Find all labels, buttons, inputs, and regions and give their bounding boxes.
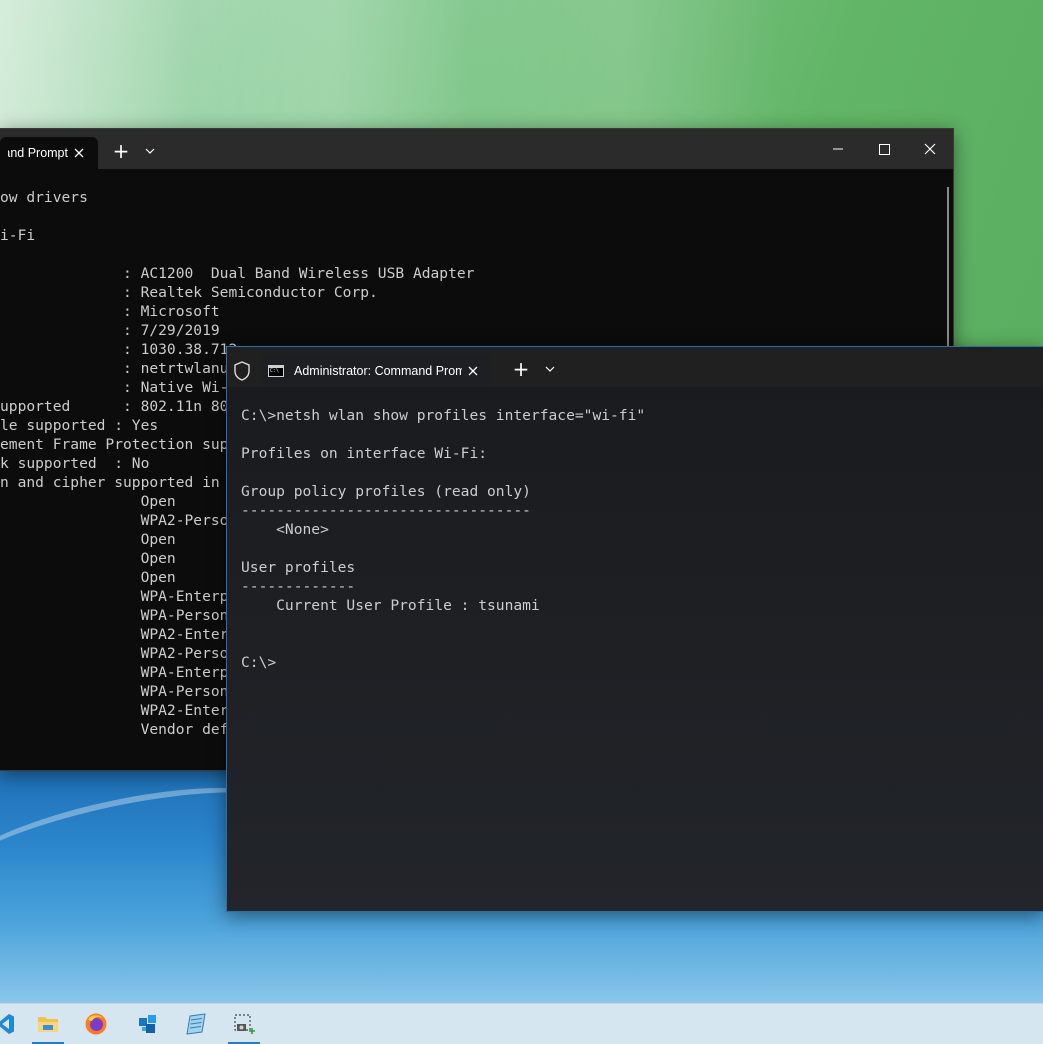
- snipping-tool-icon: [234, 1014, 255, 1034]
- console-line: Current User Profile : tsunami: [241, 597, 540, 614]
- console-line: : Realtek Semiconductor Corp.: [0, 284, 378, 301]
- console-line: : 7/29/2019: [0, 322, 220, 339]
- console-line: : Microsoft: [0, 303, 220, 320]
- tab-title: Administrator: Command Prompt: [294, 364, 462, 378]
- close-window-button[interactable]: [907, 129, 953, 169]
- notepad-icon: [186, 1013, 206, 1035]
- taskbar-app-blue[interactable]: [128, 1004, 168, 1044]
- vscode-icon: [0, 1014, 14, 1034]
- console-line: Profiles on interface Wi-Fi:: [241, 445, 488, 462]
- taskbar-app-snipping-tool[interactable]: [224, 1004, 264, 1044]
- console-line: : AC1200 Dual Band Wireless USB Adapter: [0, 265, 475, 282]
- tab-dropdown-button[interactable]: [538, 357, 562, 381]
- close-icon: [924, 143, 936, 155]
- console-line: C:\>netsh wlan show profiles interface="…: [241, 407, 646, 424]
- command-prompt-icon: [268, 365, 284, 377]
- minimize-button[interactable]: [815, 129, 861, 169]
- minimize-icon: [833, 148, 843, 150]
- close-tab-icon[interactable]: [462, 360, 484, 382]
- taskbar-app-vscode[interactable]: [0, 1004, 24, 1044]
- new-tab-button[interactable]: +: [108, 139, 134, 163]
- taskbar: [0, 1003, 1043, 1044]
- tab-dropdown-button[interactable]: [138, 139, 162, 163]
- tab-bar: Administrator: Command Prompt +: [227, 347, 1043, 387]
- file-explorer-icon: [38, 1017, 58, 1032]
- console-output[interactable]: C:\>netsh wlan show profiles interface="…: [227, 387, 1043, 911]
- tab-title: Administrator: Command Prompt: [8, 146, 68, 160]
- close-tab-icon[interactable]: [68, 142, 90, 164]
- shield-icon: [234, 361, 250, 381]
- tab-bar: Administrator: Command Prompt +: [0, 129, 953, 169]
- taskbar-app-file-explorer[interactable]: [28, 1004, 68, 1044]
- firefox-icon: [85, 1013, 107, 1035]
- tab-command-prompt[interactable]: Administrator: Command Prompt: [0, 137, 98, 169]
- console-line: C:\>: [241, 654, 277, 671]
- maximize-button[interactable]: [861, 129, 907, 169]
- console-line: User profiles: [241, 559, 356, 576]
- console-line: -------------: [241, 578, 356, 595]
- console-line: <None>: [241, 521, 329, 538]
- new-tab-button[interactable]: +: [508, 357, 534, 381]
- app-blue-icon: [139, 1015, 156, 1033]
- console-line: i-Fi: [0, 227, 36, 244]
- console-line: ---------------------------------: [241, 502, 531, 519]
- plus-icon: +: [112, 139, 130, 163]
- console-line: Group policy profiles (read only): [241, 483, 531, 500]
- console-line: ow drivers: [0, 189, 88, 206]
- tab-command-prompt[interactable]: Administrator: Command Prompt: [260, 355, 492, 387]
- terminal-window-front[interactable]: Administrator: Command Prompt + C:\>nets…: [226, 346, 1043, 912]
- taskbar-app-firefox[interactable]: [76, 1004, 116, 1044]
- chevron-down-icon: [145, 148, 155, 154]
- plus-icon: +: [512, 357, 530, 381]
- taskbar-app-notepad[interactable]: [176, 1004, 216, 1044]
- chevron-down-icon: [545, 366, 555, 372]
- maximize-icon: [878, 143, 890, 155]
